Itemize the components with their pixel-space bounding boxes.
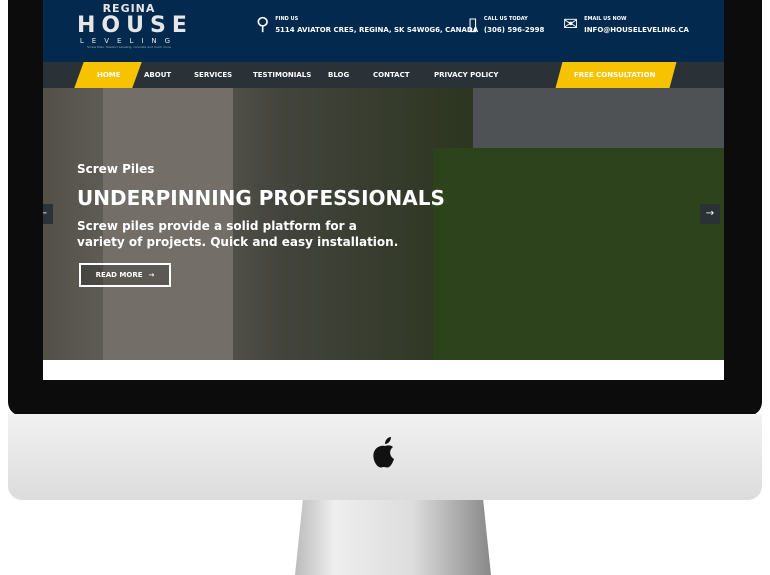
nav-home[interactable]: HOME <box>97 71 121 79</box>
nav-testimonials[interactable]: TESTIMONIALS <box>253 71 311 79</box>
logo-line2: HOUSE <box>77 13 193 38</box>
slider-prev-button[interactable]: ← <box>43 204 53 224</box>
hero-slider: Screw Piles UNDERPINNING PROFESSIONALS S… <box>43 88 724 360</box>
apple-logo-icon <box>373 437 394 468</box>
logo-line3: LEVELING <box>79 37 179 45</box>
mail-icon: ✉ <box>563 14 579 35</box>
nav-services[interactable]: SERVICES <box>194 71 232 79</box>
nav-blog[interactable]: BLOG <box>328 71 349 79</box>
phone-info: ▯ CALL US TODAY (306) 596-2998 <box>468 14 544 35</box>
slider-next-button[interactable]: → <box>700 204 720 224</box>
email-label: EMAIL US NOW <box>584 15 627 22</box>
hero-title: UNDERPINNING PROFESSIONALS <box>77 186 445 210</box>
phone-value[interactable]: (306) 596-2998 <box>484 26 544 34</box>
nav-about[interactable]: ABOUT <box>144 71 171 79</box>
free-consultation-button[interactable]: FREE CONSULTATION <box>574 71 655 79</box>
hero-subtitle: Screw Piles <box>77 162 155 176</box>
address-value: 5114 AVIATOR CRES, REGINA, SK S4W0G6, CA… <box>275 25 479 34</box>
nav-privacy-policy[interactable]: PRIVACY POLICY <box>434 71 498 79</box>
nav-contact[interactable]: CONTACT <box>373 71 410 79</box>
hero-text: Screw piles provide a solid platform for… <box>77 219 399 249</box>
monitor-stand <box>295 500 491 575</box>
main-nav: HOME ABOUT SERVICES TESTIMONIALS BLOG CO… <box>43 62 724 88</box>
address-info: ⚲ FIND US 5114 AVIATOR CRES, REGINA, SK S… <box>256 14 478 35</box>
map-pin-icon: ⚲ <box>256 14 270 35</box>
logo-tagline: Screw Piles, Teleport Leveling, concrete… <box>87 45 171 49</box>
address-label: FIND US <box>275 15 299 22</box>
email-value[interactable]: INFO@HOUSELEVELING.CA <box>584 26 689 34</box>
email-info: ✉ EMAIL US NOW INFO@HOUSELEVELING.CA <box>563 14 689 35</box>
arrow-right-icon: → <box>148 271 155 279</box>
read-more-label: READ MORE <box>95 271 143 279</box>
website-screen: REGINA HOUSE LEVELING Screw Piles, Telep… <box>43 0 724 380</box>
phone-label: CALL US TODAY <box>483 15 528 22</box>
site-logo[interactable]: REGINA HOUSE LEVELING Screw Piles, Telep… <box>77 2 193 49</box>
site-header: REGINA HOUSE LEVELING Screw Piles, Telep… <box>43 0 724 62</box>
read-more-button[interactable]: READ MORE → <box>79 263 171 287</box>
phone-icon: ▯ <box>468 14 478 35</box>
